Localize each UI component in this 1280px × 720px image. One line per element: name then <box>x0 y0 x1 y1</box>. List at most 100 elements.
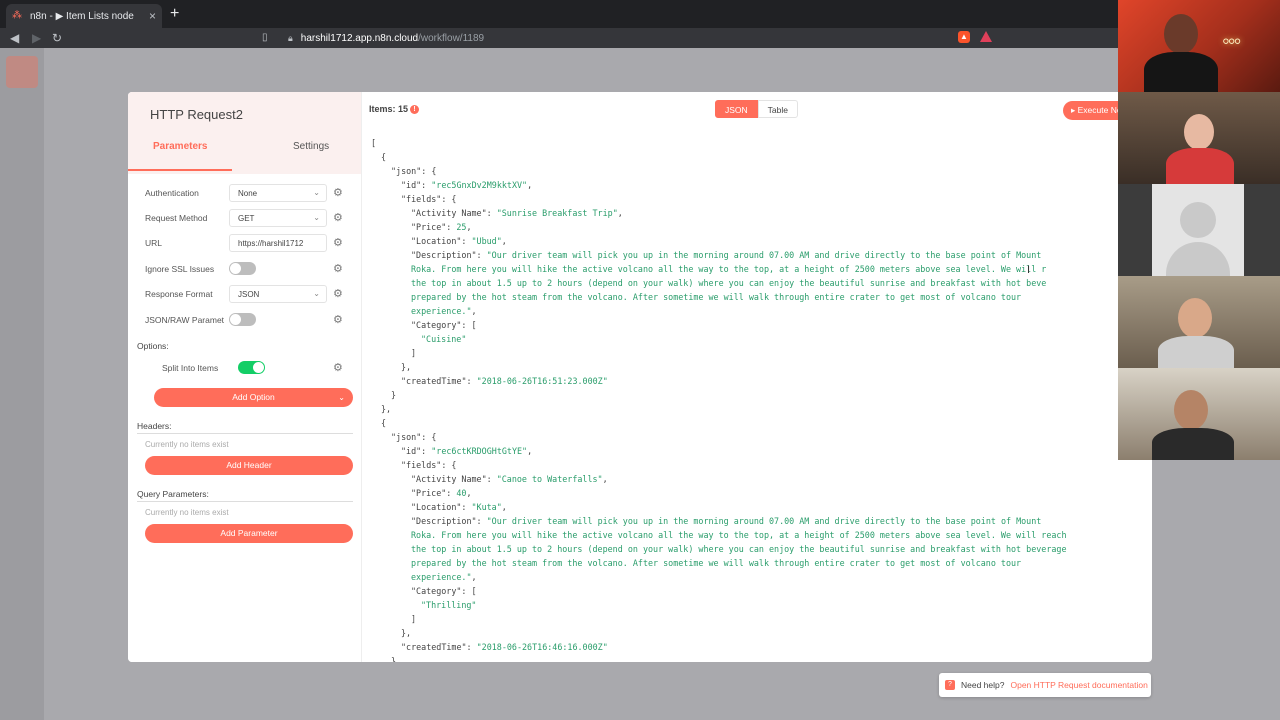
gear-icon[interactable]: ⚙ <box>333 262 343 275</box>
json-output[interactable]: [ { "json": { "id": "rec5GnxDv2M9kktXV", "fi… <box>362 132 1152 662</box>
help-prefix: Need help? <box>961 680 1005 690</box>
n8n-neon-logo-icon: ◦◦◦ <box>1222 28 1241 53</box>
gear-icon[interactable]: ⚙ <box>333 361 343 374</box>
tab-settings[interactable]: Settings <box>293 141 329 152</box>
json-line: { <box>381 150 386 164</box>
option-split-into-items: Split Into Items ⚙ <box>128 359 362 379</box>
select-value: GET <box>238 214 255 223</box>
json-value: "Our driver team will pick you up in the… <box>486 516 1042 526</box>
participant-body <box>1158 336 1234 368</box>
video-participant-1: ◦◦◦ <box>1118 0 1280 92</box>
tab-parameters[interactable]: Parameters <box>153 141 207 152</box>
select-value: None <box>238 189 258 198</box>
chevron-down-icon: ⌄ <box>313 289 320 298</box>
video-participant-4 <box>1118 276 1280 368</box>
json-line: ] <box>411 612 416 626</box>
reload-icon[interactable]: ↻ <box>52 30 62 46</box>
add-parameter-button[interactable]: Add Parameter <box>145 524 353 543</box>
gear-icon[interactable]: ⚙ <box>333 211 343 224</box>
json-line: [ <box>371 136 376 150</box>
json-token: ] <box>411 614 417 624</box>
json-line: ] <box>411 346 416 360</box>
json-token: "createdTime": <box>401 642 477 652</box>
param-request-method: Request Method GET ⌄ ⚙ <box>128 209 362 229</box>
json-token: , <box>527 446 533 456</box>
forward-icon[interactable]: ▶ <box>32 30 41 46</box>
toggle-knob <box>253 362 264 373</box>
json-value: "rec6ctKRDOGHtGtYE" <box>431 446 528 456</box>
json-line: "Description": "Our driver team will pic… <box>411 514 1041 528</box>
json-token: , <box>466 488 472 498</box>
divider <box>137 433 353 434</box>
json-line: prepared by the hot steam from the volca… <box>411 556 1021 570</box>
json-line: }, <box>401 626 411 640</box>
brave-rewards-icon[interactable] <box>980 31 992 42</box>
browser-tabbar: ⁂ n8n - ▶ Item Lists node × + <box>0 0 1280 28</box>
new-tab-button[interactable]: + <box>170 6 179 22</box>
json-token: "Activity Name": <box>411 474 497 484</box>
documentation-link[interactable]: Open HTTP Request documentation <box>1010 680 1147 690</box>
back-icon[interactable]: ◀ <box>10 30 19 46</box>
play-icon: ▸ <box>1071 105 1078 115</box>
extension-icons: ▲ <box>958 31 992 43</box>
json-line: "Price": 40, <box>411 486 472 500</box>
json-line: "fields": { <box>401 458 456 472</box>
json-line: "Description": "Our driver team will pic… <box>411 248 1041 262</box>
gear-icon[interactable]: ⚙ <box>333 313 343 326</box>
param-label: JSON/RAW Paramet <box>145 315 225 325</box>
gear-icon[interactable]: ⚙ <box>333 186 343 199</box>
response-format-select[interactable]: JSON ⌄ <box>229 285 327 303</box>
json-token: ] <box>411 348 417 358</box>
json-line: { <box>381 416 386 430</box>
execute-node-button[interactable]: ▸ Execute Node <box>1063 101 1123 120</box>
json-token: "fields": { <box>401 460 457 470</box>
json-token: , <box>466 222 472 232</box>
json-view-button[interactable]: JSON <box>715 100 758 118</box>
json-line: "createdTime": "2018-06-26T16:51:23.000Z… <box>401 374 608 388</box>
browser-tab[interactable]: ⁂ n8n - ▶ Item Lists node × <box>6 4 162 28</box>
json-value: "2018-06-26T16:51:23.000Z" <box>476 376 608 386</box>
url-input[interactable]: https://harshil1712 <box>229 234 327 252</box>
json-line: } <box>391 654 396 662</box>
button-label: Add Option <box>232 392 275 402</box>
items-count-label: Items: 15 <box>369 104 409 114</box>
gear-icon[interactable]: ⚙ <box>333 287 343 300</box>
json-value: prepared by the hot steam from the volca… <box>411 558 1022 568</box>
add-header-button[interactable]: Add Header <box>145 456 353 475</box>
node-title[interactable]: HTTP Request2 <box>150 107 243 122</box>
query-parameters-label: Query Parameters: <box>137 489 209 499</box>
url-field[interactable]: 🔒︎ harshil1712.app.n8n.cloud/workflow/11… <box>288 29 1028 47</box>
json-token: , <box>471 306 477 316</box>
json-token: { <box>381 152 387 162</box>
param-ignore-ssl: Ignore SSL Issues ⚙ <box>128 260 362 280</box>
json-token: }, <box>401 628 412 638</box>
bookmark-icon[interactable]: ▯ <box>262 30 268 46</box>
split-label: Split Into Items <box>162 363 219 373</box>
json-token: "Location": <box>411 502 472 512</box>
ignore-ssl-toggle[interactable] <box>229 262 256 275</box>
authentication-select[interactable]: None ⌄ <box>229 184 327 202</box>
tab-close-icon[interactable]: × <box>149 9 156 23</box>
json-line: "id": "rec5GnxDv2M9kktXV", <box>401 178 532 192</box>
json-value: 25 <box>456 222 467 232</box>
select-value: JSON <box>238 290 260 299</box>
json-value: "rec5GnxDv2M9kktXV" <box>431 180 528 190</box>
chevron-down-icon: ⌄ <box>313 213 320 222</box>
json-raw-toggle[interactable] <box>229 313 256 326</box>
json-value: the top in about 1.5 up to 2 hours (depe… <box>411 278 1047 288</box>
json-token: , <box>602 474 608 484</box>
warning-icon[interactable]: ! <box>410 105 420 115</box>
json-token: "fields": { <box>401 194 457 204</box>
table-view-button[interactable]: Table <box>757 100 798 118</box>
json-token: "json": { <box>391 432 437 442</box>
add-option-button[interactable]: Add Option ⌄ <box>154 388 353 407</box>
help-icon: ? <box>945 680 955 690</box>
brave-shield-icon[interactable]: ▲ <box>958 31 970 43</box>
request-method-select[interactable]: GET ⌄ <box>229 209 327 227</box>
gear-icon[interactable]: ⚙ <box>333 236 343 249</box>
split-into-items-toggle[interactable] <box>238 361 265 374</box>
json-token: , <box>527 180 533 190</box>
json-token: "Category": [ <box>411 320 477 330</box>
query-empty-note: Currently no items exist <box>145 508 229 517</box>
json-line: "Category": [ <box>411 318 477 332</box>
